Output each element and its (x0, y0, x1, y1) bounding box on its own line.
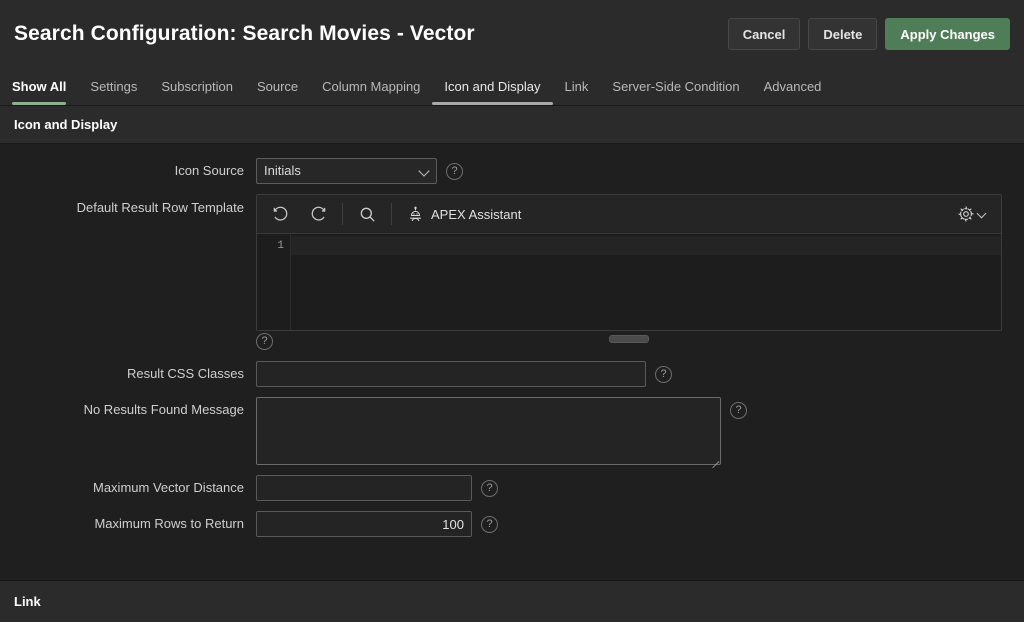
tab-bar: Show All Settings Subscription Source Co… (0, 68, 1024, 106)
tab-active-indicator (310, 102, 432, 105)
tab-label: Show All (12, 79, 66, 94)
tab-label: Icon and Display (444, 79, 540, 94)
search-configuration-page: Search Configuration: Search Movies - Ve… (0, 0, 1024, 622)
undo-icon[interactable] (261, 196, 299, 232)
maximum-rows-to-return-help-icon[interactable]: ? (481, 516, 498, 533)
toolbar-divider (391, 203, 392, 225)
no-results-found-message-textarea[interactable] (256, 397, 721, 465)
tab-active-indicator (245, 102, 310, 105)
active-line-highlight (291, 236, 1001, 255)
tab-label: Link (565, 79, 589, 94)
search-icon[interactable] (348, 196, 386, 232)
icon-source-select[interactable]: Initials (256, 158, 437, 184)
default-result-row-template-help-icon[interactable]: ? (256, 333, 273, 350)
page-title: Search Configuration: Search Movies - Ve… (14, 22, 728, 46)
tab-label: Source (257, 79, 298, 94)
editor-resize-handle[interactable] (609, 335, 649, 343)
no-results-found-message-control: ? (256, 397, 747, 465)
icon-source-help-icon[interactable]: ? (446, 163, 463, 180)
tab-active-indicator (432, 102, 552, 105)
result-css-classes-label: Result CSS Classes (0, 361, 256, 387)
page-header: Search Configuration: Search Movies - Ve… (0, 0, 1024, 68)
tab-label: Settings (90, 79, 137, 94)
icon-source-label: Icon Source (0, 158, 256, 184)
result-css-classes-help-icon[interactable]: ? (655, 366, 672, 383)
tab-server-side-condition[interactable]: Server-Side Condition (600, 68, 751, 105)
section-header-icon-and-display: Icon and Display (0, 106, 1024, 144)
code-editor-toolbar: APEX Assistant (257, 195, 1001, 234)
section-title: Icon and Display (14, 117, 117, 132)
line-number: 1 (277, 240, 284, 252)
header-actions: Cancel Delete Apply Changes (728, 18, 1010, 50)
tab-active-indicator (12, 102, 66, 105)
field-row-maximum-vector-distance: Maximum Vector Distance ? (0, 475, 1024, 501)
tab-active-indicator (752, 102, 834, 105)
field-row-default-result-row-template: Default Result Row Template (0, 194, 1024, 351)
result-css-classes-control: ? (256, 361, 672, 387)
apex-assistant-label: APEX Assistant (431, 207, 521, 222)
form-body: Icon Source Initials ? Default Result Ro… (0, 144, 1024, 580)
maximum-vector-distance-label: Maximum Vector Distance (0, 475, 256, 501)
maximum-vector-distance-help-icon[interactable]: ? (481, 480, 498, 497)
result-css-classes-input[interactable] (256, 361, 646, 387)
tab-active-indicator (149, 102, 245, 105)
tab-subscription[interactable]: Subscription (149, 68, 245, 105)
apex-assistant-button[interactable]: APEX Assistant (397, 196, 531, 232)
tab-label: Subscription (161, 79, 233, 94)
default-result-row-template-control: APEX Assistant (256, 194, 1002, 351)
cancel-button[interactable]: Cancel (728, 18, 801, 50)
maximum-vector-distance-control: ? (256, 475, 498, 501)
no-results-found-message-label: No Results Found Message (0, 397, 256, 423)
field-row-maximum-rows-to-return: Maximum Rows to Return ? (0, 511, 1024, 537)
tab-link[interactable]: Link (553, 68, 601, 105)
tab-advanced[interactable]: Advanced (752, 68, 834, 105)
icon-source-select-wrap: Initials (256, 158, 437, 184)
tab-show-all[interactable]: Show All (12, 68, 78, 105)
field-row-no-results-found-message: No Results Found Message ? (0, 397, 1024, 465)
field-row-result-css-classes: Result CSS Classes ? (0, 361, 1024, 387)
robot-icon (407, 206, 424, 223)
gear-icon (957, 205, 975, 223)
tab-icon-and-display[interactable]: Icon and Display (432, 68, 552, 105)
icon-source-control: Initials ? (256, 158, 463, 184)
editor-settings-button[interactable] (951, 196, 997, 232)
chevron-down-icon (978, 210, 987, 219)
tab-settings[interactable]: Settings (78, 68, 149, 105)
tab-label: Column Mapping (322, 79, 420, 94)
tab-label: Server-Side Condition (612, 79, 739, 94)
tab-active-indicator (600, 102, 751, 105)
tab-column-mapping[interactable]: Column Mapping (310, 68, 432, 105)
code-editor-gutter: 1 (257, 234, 291, 330)
code-editor-footer: ? (256, 331, 1002, 351)
redo-icon[interactable] (299, 196, 337, 232)
no-results-textarea-wrap (256, 397, 721, 465)
code-editor-body[interactable]: 1 (257, 234, 1001, 330)
no-results-found-message-help-icon[interactable]: ? (730, 402, 747, 419)
maximum-rows-to-return-control: ? (256, 511, 498, 537)
tab-active-indicator (78, 102, 149, 105)
default-result-row-template-label: Default Result Row Template (0, 194, 256, 218)
code-editor: APEX Assistant (256, 194, 1002, 331)
maximum-rows-to-return-label: Maximum Rows to Return (0, 511, 256, 537)
tab-active-indicator (553, 102, 601, 105)
toolbar-divider (342, 203, 343, 225)
code-editor-wrap: APEX Assistant (256, 194, 1002, 351)
code-editor-content[interactable] (291, 234, 1001, 330)
tab-label: Advanced (764, 79, 822, 94)
delete-button[interactable]: Delete (808, 18, 877, 50)
tab-source[interactable]: Source (245, 68, 310, 105)
maximum-vector-distance-input[interactable] (256, 475, 472, 501)
section-header-link: Link (0, 580, 1024, 622)
maximum-rows-to-return-input[interactable] (256, 511, 472, 537)
field-row-icon-source: Icon Source Initials ? (0, 158, 1024, 184)
apply-changes-button[interactable]: Apply Changes (885, 18, 1010, 50)
section-title: Link (14, 594, 41, 609)
